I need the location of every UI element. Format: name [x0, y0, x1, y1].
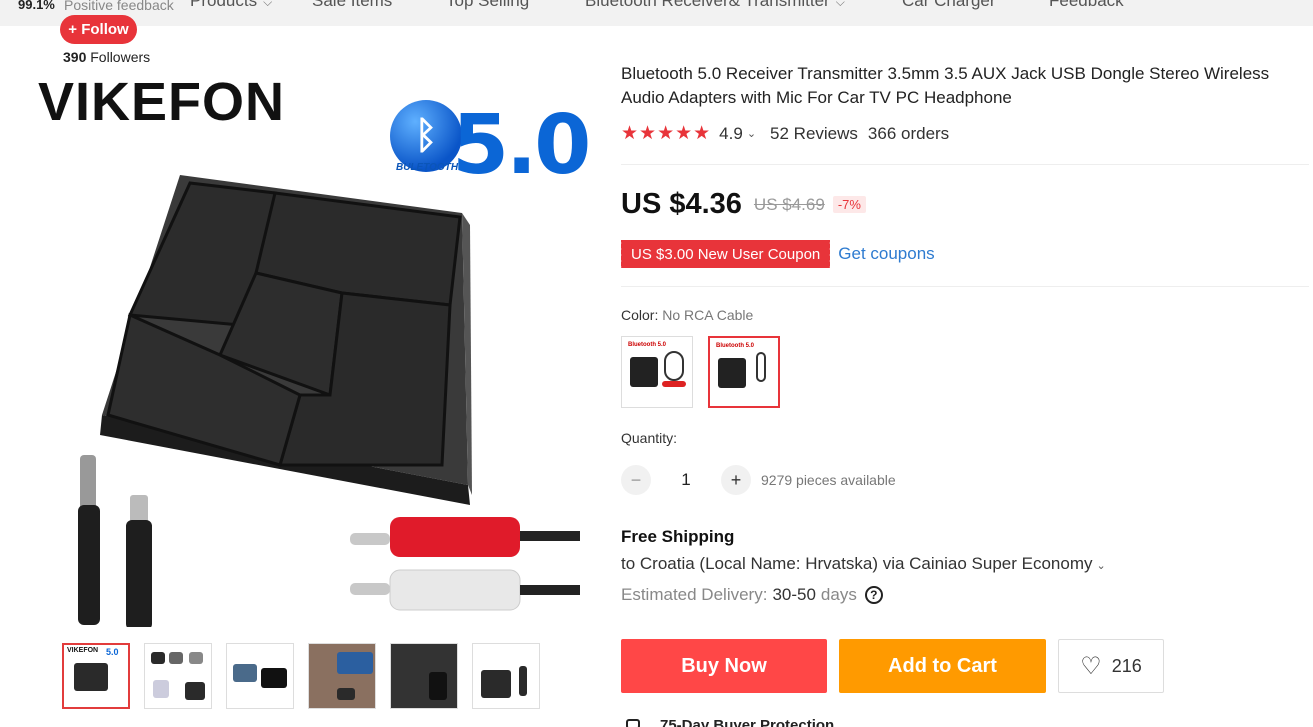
buyer-protection[interactable]: 75-Day Buyer Protection — [626, 717, 834, 727]
thumbnail-4[interactable] — [308, 643, 376, 709]
get-coupons-link[interactable]: Get coupons — [838, 244, 934, 264]
rating-row: ★★★★★ 4.9 ⌄ 52 Reviews 366 orders — [621, 122, 949, 145]
quantity-stepper: − 1 + 9279 pieces available — [621, 465, 896, 495]
thumbnail-1[interactable]: VIKEFON 5.0 — [62, 643, 130, 709]
positive-feedback-pct: 99.1% — [18, 0, 55, 12]
add-to-cart-button[interactable]: Add to Cart — [839, 639, 1046, 693]
nav-feedback[interactable]: Feedback — [1049, 0, 1124, 11]
purchase-actions: Buy Now Add to Cart ♡ 216 — [621, 639, 1164, 693]
nav-bluetooth-label: Bluetooth Receiver& Transmitter — [585, 0, 830, 10]
swatch-title: Bluetooth 5.0 — [628, 342, 667, 348]
nav-products[interactable]: Products ⌵ — [190, 0, 272, 11]
divider — [621, 164, 1309, 165]
buyer-protection-text: 75-Day Buyer Protection — [660, 717, 835, 727]
color-label: Color: No RCA Cable — [621, 307, 753, 323]
shipping-destination[interactable]: to Croatia (Local Name: Hrvatska) via Ca… — [621, 554, 1120, 574]
estimated-delivery: Estimated Delivery: 30-50 days ? — [621, 585, 883, 605]
chevron-down-icon[interactable]: ⌄ — [747, 127, 756, 140]
discount-badge: -7% — [832, 196, 866, 213]
color-swatch-no-rca[interactable]: Bluetooth 5.0 — [708, 336, 780, 408]
chevron-down-icon: ⌵ — [263, 0, 273, 9]
thumbnail-5[interactable] — [390, 643, 458, 709]
thumbnail-2[interactable] — [144, 643, 212, 709]
chevron-down-icon: ⌵ — [835, 0, 845, 9]
price-row: US $4.36 US $4.69 -7% — [621, 188, 866, 221]
nav-products-label: Products — [190, 0, 258, 10]
wishlist-count: 216 — [1111, 655, 1142, 676]
swatch-title: Bluetooth 5.0 — [716, 343, 755, 349]
swatch-device — [718, 358, 746, 388]
question-icon[interactable]: ? — [864, 586, 883, 604]
thumbnail-strip: VIKEFON 5.0 — [62, 643, 540, 711]
thumbnail-6[interactable] — [472, 643, 540, 709]
nav-sale-items[interactable]: Sale Items — [312, 0, 392, 11]
delivery-days: 30-50 — [772, 585, 816, 604]
coupon-row: US $3.00 New User Coupon Get coupons — [618, 240, 935, 268]
wishlist-button[interactable]: ♡ 216 — [1058, 639, 1164, 693]
reviews-link[interactable]: 52 Reviews — [770, 124, 858, 144]
chevron-down-icon: ⌄ — [1096, 560, 1106, 572]
rating-value[interactable]: 4.9 — [719, 124, 743, 144]
color-swatches: Bluetooth 5.0 Bluetooth 5.0 — [621, 336, 780, 408]
orders-count: 366 orders — [867, 123, 950, 143]
star-rating-icon: ★★★★★ — [621, 123, 712, 144]
thumb-device — [74, 663, 108, 691]
nav-bluetooth-receiver[interactable]: Bluetooth Receiver& Transmitter ⌵ — [585, 0, 845, 11]
product-title: Bluetooth 5.0 Receiver Transmitter 3.5mm… — [621, 64, 1270, 107]
product-illustration — [78, 175, 580, 627]
new-user-coupon[interactable]: US $3.00 New User Coupon — [618, 240, 831, 268]
shield-icon — [626, 718, 640, 727]
buy-now-button[interactable]: Buy Now — [621, 639, 827, 693]
quantity-label: Quantity: — [621, 430, 678, 446]
shipping-destination-text: to Croatia (Local Name: Hrvatska) via Ca… — [621, 554, 1093, 573]
thumbnail-3[interactable] — [226, 643, 294, 709]
original-price: US $4.69 — [753, 194, 825, 214]
quantity-value[interactable]: 1 — [651, 470, 721, 490]
main-product-image[interactable]: VIKEFON ᛒ 5.0 BULETOOTH — [30, 65, 590, 627]
store-nav-bar: 99.1% Positive feedback Products ⌵ Sale I… — [0, 0, 1313, 26]
positive-feedback-label: Positive feedback — [64, 0, 174, 13]
selected-color-value: No RCA Cable — [662, 307, 754, 323]
current-price: US $4.36 — [621, 188, 742, 220]
decrease-quantity-button[interactable]: − — [621, 465, 651, 495]
followers-number: 390 — [63, 49, 87, 65]
nav-top-selling[interactable]: Top Selling — [446, 0, 529, 11]
delivery-label: Estimated Delivery: — [621, 585, 768, 604]
thumb-brand-text: VIKEFON — [67, 647, 99, 654]
swatch-device — [630, 357, 658, 387]
divider — [621, 286, 1309, 287]
follow-button[interactable]: + Follow — [60, 15, 137, 44]
swatch-cable — [664, 351, 684, 381]
nav-car-charger[interactable]: Car Charger — [902, 0, 996, 11]
color-label-text: Color: — [621, 307, 659, 323]
heart-icon: ♡ — [1080, 652, 1102, 680]
delivery-unit: days — [820, 585, 857, 604]
available-pieces: 9279 pieces available — [761, 472, 896, 488]
increase-quantity-button[interactable]: + — [721, 465, 751, 495]
shipping-title: Free Shipping — [621, 527, 735, 546]
color-swatch-with-rca[interactable]: Bluetooth 5.0 — [621, 336, 693, 408]
swatch-cable — [756, 352, 766, 382]
followers-label: Followers — [90, 49, 151, 65]
thumb-version-text: 5.0 — [106, 647, 119, 657]
followers-count: 390 Followers — [63, 49, 150, 65]
